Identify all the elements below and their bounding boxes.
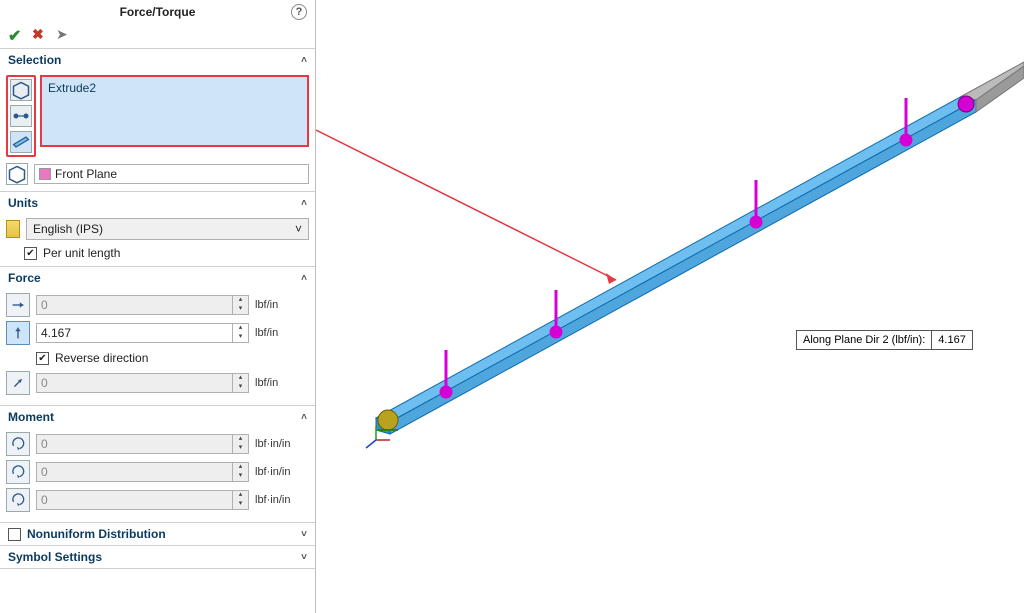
section-nonuniform: Nonuniform Distribution ˅ [0,523,315,546]
spin-buttons[interactable]: ▴▾ [232,374,248,392]
spin-buttons[interactable]: ▴▾ [232,324,248,342]
section-title: Symbol Settings [8,550,102,564]
section-title: Units [8,196,38,210]
section-header-force[interactable]: Force ˄ [0,267,315,289]
units-select[interactable]: English (IPS) ˅ [26,218,309,240]
moment-dir2-input[interactable]: ▴▾ [36,462,249,482]
chevron-up-icon: ˄ [301,198,307,209]
force-normal-icon[interactable] [6,371,30,395]
section-header-moment[interactable]: Moment ˄ [0,406,315,428]
moment-dir3-input[interactable]: ▴▾ [36,490,249,510]
force-callout[interactable]: Along Plane Dir 2 (lbf/in): 4.167 [796,330,973,350]
checkbox-icon[interactable] [8,528,21,541]
reference-plane-input[interactable]: Front Plane [34,164,309,184]
panel-title: Force/Torque [120,5,196,19]
unit-label: lbf/in [255,377,309,389]
section-title: Force [8,271,41,285]
section-symbol: Symbol Settings ˅ [0,546,315,569]
filter-beam-icon[interactable] [10,131,32,153]
filter-joint-icon[interactable] [10,105,32,127]
chevron-down-icon: ˅ [301,552,307,563]
force-normal-value[interactable] [37,376,232,390]
force-dir2-value[interactable] [37,326,232,340]
chevron-down-icon: ˅ [301,529,307,540]
force-dir2-icon[interactable] [6,321,30,345]
section-title: Selection [8,53,61,67]
pin-icon[interactable]: ➤ [56,26,72,42]
beam-body [376,96,976,434]
section-header-nonuniform[interactable]: Nonuniform Distribution ˅ [0,523,315,545]
ok-button[interactable]: ✔ [8,26,24,42]
reference-geometry-icon[interactable] [6,163,28,185]
plane-color-swatch [39,168,51,180]
chevron-up-icon: ˄ [301,55,307,66]
selection-filter-toolbar [6,75,36,157]
force-dir1-input[interactable]: ▴▾ [36,295,249,315]
force-normal-input[interactable]: ▴▾ [36,373,249,393]
help-icon[interactable]: ? [291,4,307,20]
panel-header: Force/Torque ? [0,0,315,24]
moment-dir3-icon[interactable] [6,488,30,512]
chevron-down-icon: ˅ [295,222,302,236]
force-dir2-input[interactable]: ▴▾ [36,323,249,343]
section-header-units[interactable]: Units ˄ [0,192,315,214]
section-units: Units ˄ English (IPS) ˅ ✔ Per unit lengt… [0,192,315,267]
per-unit-length-label: Per unit length [43,246,120,260]
force-dir1-value[interactable] [37,298,232,312]
unit-label: lbf·in/in [255,438,309,450]
checkbox-icon: ✔ [36,352,49,365]
reverse-direction-checkbox[interactable]: ✔ Reverse direction [6,351,309,365]
section-moment: Moment ˄ ▴▾ lbf·in/in [0,406,315,523]
cancel-button[interactable]: ✖ [32,26,48,42]
callout-label: Along Plane Dir 2 (lbf/in): [797,331,932,349]
section-selection: Selection ˄ [0,49,315,192]
joint-icon [958,96,974,112]
section-header-selection[interactable]: Selection ˄ [0,49,315,71]
section-title: Nonuniform Distribution [27,527,166,541]
unit-label: lbf/in [255,299,309,311]
filter-face-icon[interactable] [10,79,32,101]
panel-actions: ✔ ✖ ➤ [0,24,315,49]
selection-list[interactable]: Extrude2 [40,75,309,147]
section-force: Force ˄ ▴▾ lbf/in [0,267,315,406]
chevron-up-icon: ˄ [301,412,307,423]
checkbox-icon: ✔ [24,247,37,260]
unit-label: lbf·in/in [255,466,309,478]
property-panel: Force/Torque ? ✔ ✖ ➤ Selection ˄ [0,0,316,613]
per-unit-length-checkbox[interactable]: ✔ Per unit length [6,246,309,260]
spin-buttons[interactable]: ▴▾ [232,296,248,314]
joint-fixed-icon [378,410,398,430]
section-header-symbol[interactable]: Symbol Settings ˅ [0,546,315,568]
moment-dir2-icon[interactable] [6,460,30,484]
chevron-up-icon: ˄ [301,273,307,284]
units-value: English (IPS) [33,222,103,236]
selection-item[interactable]: Extrude2 [48,81,301,95]
section-title: Moment [8,410,54,424]
unit-label: lbf/in [255,327,309,339]
reverse-direction-label: Reverse direction [55,351,148,365]
reference-plane-value: Front Plane [55,167,117,181]
callout-value[interactable]: 4.167 [932,331,972,349]
moment-dir1-icon[interactable] [6,432,30,456]
graphics-viewport[interactable]: Along Plane Dir 2 (lbf/in): 4.167 [316,0,1024,613]
moment-dir1-input[interactable]: ▴▾ [36,434,249,454]
force-dir1-icon[interactable] [6,293,30,317]
unit-label: lbf·in/in [255,494,309,506]
ruler-icon [6,220,20,238]
scene-svg [316,0,1024,613]
